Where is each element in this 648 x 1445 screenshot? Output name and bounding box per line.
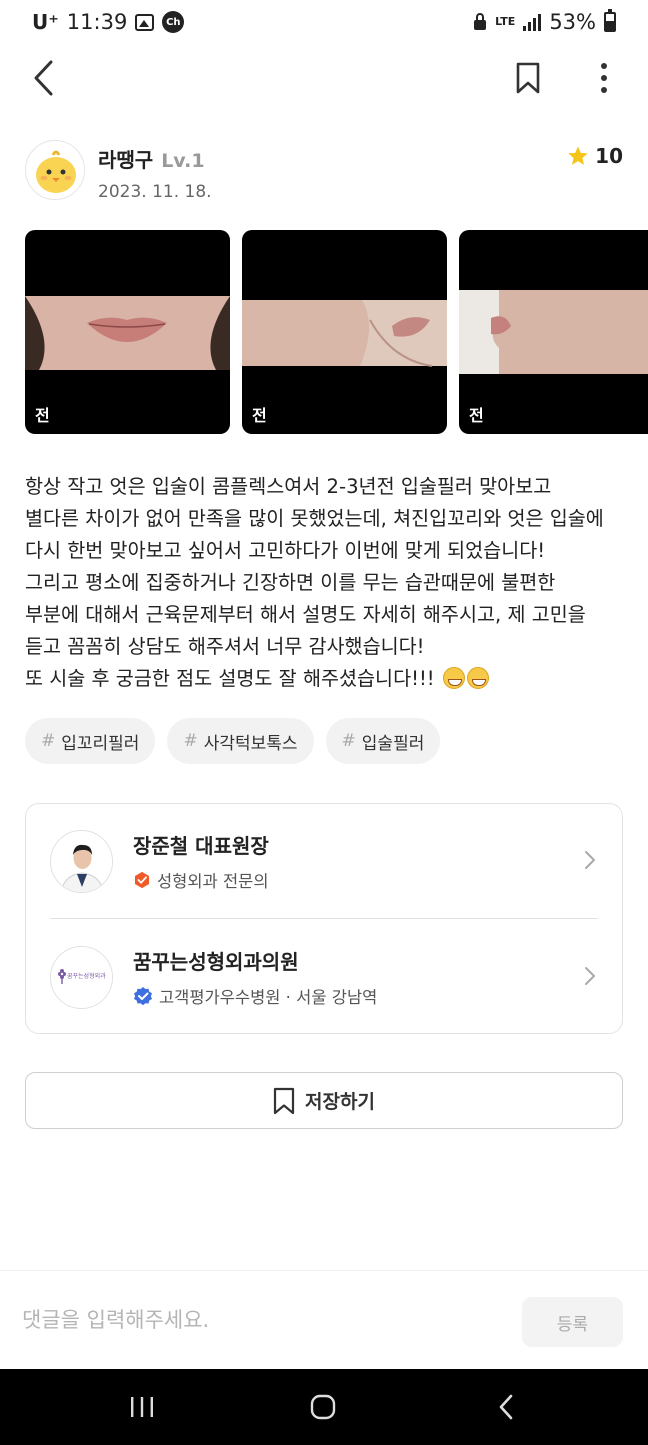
bookmark-icon <box>273 1087 295 1114</box>
review-last-line: 또 시술 후 궁금한 점도 설명도 잘 해주셨습니다!!! <box>25 663 625 695</box>
rating-value: 10 <box>595 144 623 168</box>
review-line: 별다른 차이가 없어 만족을 많이 못했었는데, 쳐진입꼬리와 엇은 입술에 <box>25 507 604 530</box>
chevron-right-icon <box>585 967 595 985</box>
status-bar: U⁺ 11:39 Ch LTE 53% <box>0 0 648 44</box>
review-body: 항상 작고 엇은 입술이 콤플렉스여서 2-3년전 입술필러 맞아보고 별다른 … <box>25 471 625 695</box>
divider <box>50 918 598 919</box>
tag-list: # 입꼬리필러 # 사각턱보톡스 # 입술필러 <box>25 718 441 764</box>
author-level: Lv.1 <box>161 150 205 172</box>
system-navigation-bar <box>0 1369 648 1445</box>
review-line: 듣고 꼼꼼히 상담도 해주셔서 너무 감사했습니다! <box>25 635 425 658</box>
submit-comment-button[interactable]: 등록 <box>522 1297 623 1347</box>
photo-label: 전 <box>35 406 50 425</box>
review-photo[interactable]: 전 <box>25 230 230 434</box>
lips-front-image <box>25 296 230 370</box>
review-line: 항상 작고 엇은 입술이 콤플렉스여서 2-3년전 입술필러 맞아보고 <box>25 475 552 498</box>
doctor-specialty-row: 성형외과 전문의 <box>133 868 269 892</box>
status-left: U⁺ 11:39 Ch <box>32 10 185 34</box>
gallery-notification-icon <box>135 13 155 31</box>
doctor-portrait-icon <box>51 831 112 892</box>
clinic-info: 고객평가우수병원 · 서울 강남역 <box>159 988 378 1007</box>
signal-icon <box>523 13 542 31</box>
review-line: 다시 한번 맞아보고 싶어서 고민하다가 이번에 맞게 되었습니다! <box>25 539 546 562</box>
photo-carousel[interactable]: 전 전 전 <box>25 230 648 434</box>
doctor-name: 장준철 대표원장 <box>133 834 269 858</box>
clinic-logo-text: 꿈꾸는성형외과 <box>67 973 106 980</box>
clinic-name: 꿈꾸는성형외과의원 <box>133 950 299 974</box>
review-author: 라땡구 Lv.1 2023. 11. 18. 10 <box>25 140 625 204</box>
doctor-row[interactable]: 장준철 대표원장 성형외과 전문의 <box>26 804 622 918</box>
review-line: 또 시술 후 궁금한 점도 설명도 잘 해주셨습니다!!! <box>25 667 435 690</box>
avatar[interactable] <box>25 140 85 200</box>
network-type: LTE <box>495 15 516 28</box>
battery-icon <box>604 9 616 32</box>
tag-label: 입술필러 <box>361 733 425 754</box>
vpn-lock-icon <box>474 13 487 30</box>
hash-icon: # <box>341 731 356 751</box>
status-time: 11:39 <box>66 10 128 34</box>
review-photo[interactable]: 전 <box>242 230 447 434</box>
clinic-logo: 꿈꾸는성형외과 <box>50 946 113 1009</box>
tag-label: 사각턱보톡스 <box>203 733 298 754</box>
star-icon <box>568 146 588 165</box>
more-vertical-icon <box>601 63 607 93</box>
tag-label: 입꼬리필러 <box>61 733 140 754</box>
top-nav <box>0 44 648 114</box>
rating: 10 <box>567 144 623 168</box>
carrier-label: U⁺ <box>32 10 59 34</box>
ch-notification-icon: Ch <box>162 11 185 33</box>
lips-profile-image <box>459 290 648 374</box>
hash-icon: # <box>183 731 198 751</box>
lips-side-image <box>242 300 447 367</box>
photo-label: 전 <box>469 406 484 425</box>
system-back-icon <box>499 1394 513 1420</box>
clinic-info-row: 고객평가우수병원 · 서울 강남역 <box>133 984 377 1008</box>
comment-bar: 등록 <box>0 1270 648 1369</box>
comment-input[interactable] <box>22 1293 502 1347</box>
status-right: LTE 53% <box>473 9 616 34</box>
doctor-specialty: 성형외과 전문의 <box>157 872 269 891</box>
post-date: 2023. 11. 18. <box>98 182 212 202</box>
chick-avatar-icon <box>26 141 84 199</box>
author-name-row: 라땡구 Lv.1 <box>98 144 205 173</box>
recent-apps-button[interactable] <box>112 1387 172 1427</box>
bookmark-icon <box>516 62 540 94</box>
review-line: 그리고 평소에 집중하거나 긴장하면 이를 무는 습관때문에 불편한 <box>25 571 556 594</box>
hash-icon: # <box>41 731 56 751</box>
system-back-button[interactable] <box>476 1387 536 1427</box>
recent-apps-icon <box>131 1397 153 1417</box>
author-name[interactable]: 라땡구 <box>98 144 153 173</box>
clinic-row[interactable]: 꿈꾸는성형외과 꿈꾸는성형외과의원 고객평가우수병원 · 서울 강남역 <box>26 920 622 1034</box>
tag-chip[interactable]: # 입꼬리필러 <box>25 718 156 764</box>
doctor-photo <box>50 830 113 893</box>
grinning-emoji-icon <box>442 667 465 689</box>
tag-chip[interactable]: # 입술필러 <box>325 718 441 764</box>
back-button[interactable] <box>22 56 66 100</box>
bookmark-button[interactable] <box>506 56 550 100</box>
tag-chip[interactable]: # 사각턱보톡스 <box>167 718 314 764</box>
home-button[interactable] <box>293 1387 353 1427</box>
save-button-label: 저장하기 <box>305 1091 375 1113</box>
review-line: 부분에 대해서 근육문제부터 해서 설명도 자세히 해주시고, 제 고민을 <box>25 603 586 626</box>
grinning-emoji-icon <box>466 667 489 689</box>
specialist-badge-icon <box>134 871 150 889</box>
home-icon <box>310 1394 336 1420</box>
photo-label: 전 <box>252 406 267 425</box>
chevron-right-icon <box>585 851 595 869</box>
verified-badge-icon <box>134 987 152 1006</box>
save-button[interactable]: 저장하기 <box>25 1072 623 1129</box>
battery-percent: 53% <box>549 10 596 34</box>
provider-card: 장준철 대표원장 성형외과 전문의 꿈꾸는성형외과 꿈꾸는성형외과의원 고객평가… <box>25 803 623 1034</box>
more-options-button[interactable] <box>582 56 626 100</box>
review-photo[interactable]: 전 <box>459 230 648 434</box>
back-arrow-icon <box>34 60 53 96</box>
